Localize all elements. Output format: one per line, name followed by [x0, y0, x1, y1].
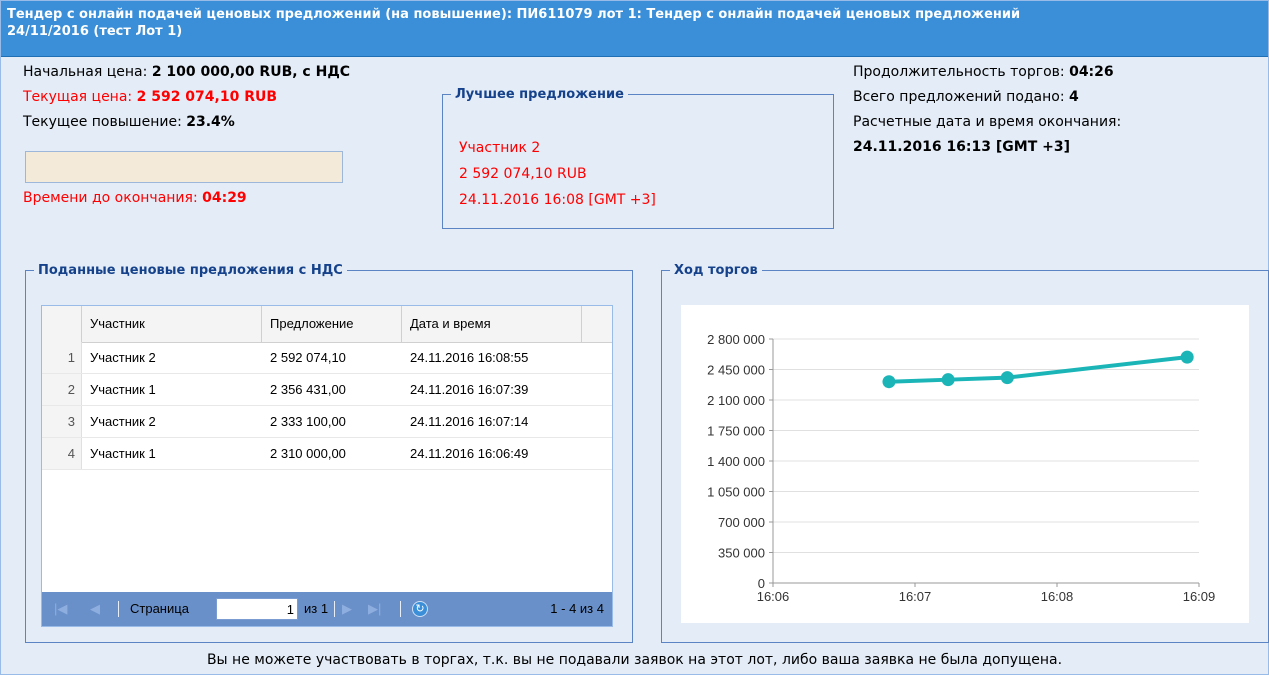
- start-price: Начальная цена: 2 100 000,00 RUB, с НДС: [23, 64, 350, 80]
- best-offer-panel: Лучшее предложение Участник 2 2 592 074,…: [442, 87, 834, 229]
- column-header-datetime[interactable]: Дата и время: [402, 306, 582, 342]
- total-offers-label: Всего предложений подано:: [853, 89, 1070, 105]
- window-title: Тендер с онлайн подачей ценовых предложе…: [1, 1, 1268, 57]
- time-left-value: 04:29: [202, 190, 247, 206]
- refresh-icon[interactable]: ↻: [412, 601, 428, 617]
- bidding-chart: 2 800 000 2 450 000 2 100 000 1 750 000 1 40…: [707, 332, 1216, 604]
- current-price-label: Текущая цена:: [23, 89, 137, 105]
- column-header-participant[interactable]: Участник: [82, 306, 262, 342]
- increase-progress-bar: [25, 151, 343, 183]
- cell-datetime: 24.11.2016 16:06:49: [410, 446, 529, 461]
- column-header-amount[interactable]: Предложение: [262, 306, 402, 342]
- total-offers: Всего предложений подано: 4: [853, 89, 1079, 105]
- estimated-end-value: 24.11.2016 16:13 [GMT +3]: [853, 139, 1070, 155]
- duration-value: 04:26: [1069, 64, 1114, 80]
- prev-page-icon[interactable]: ◀: [90, 592, 100, 626]
- grid-header: Участник Предложение Дата и время: [42, 306, 612, 343]
- current-price-value: 2 592 074,10 RUB: [136, 89, 278, 105]
- row-number: 3: [42, 406, 82, 437]
- time-left-label: Времени до окончания:: [23, 190, 203, 206]
- estimated-end-label: Расчетные дата и время окончания:: [853, 114, 1122, 130]
- y-tick-label: 2 800 000: [707, 332, 765, 347]
- best-offer-participant: Участник 2: [459, 140, 541, 156]
- table-row[interactable]: 1 Участник 2 2 592 074,10 24.11.2016 16:…: [42, 342, 612, 374]
- pager-summary: 1 - 4 из 4: [550, 601, 604, 616]
- x-tick-label: 16:09: [1183, 589, 1216, 604]
- cell-participant: Участник 1: [90, 446, 156, 461]
- best-offer-amount: 2 592 074,10 RUB: [459, 166, 587, 182]
- data-point: [882, 375, 896, 389]
- start-price-value: 2 100 000,00 RUB, с НДС: [151, 64, 351, 80]
- page-label: Страница: [130, 601, 189, 616]
- y-tick-label: 2 450 000: [707, 363, 765, 378]
- row-number: 2: [42, 374, 82, 405]
- grid-pager: |◀ ◀ Страница из 1 ▶ ▶| ↻ 1 - 4 из 4: [42, 592, 612, 626]
- page-of-label: из 1: [304, 601, 329, 616]
- current-increase-label: Текущее повышение:: [23, 114, 187, 130]
- x-tick-label: 16:07: [899, 589, 932, 604]
- data-point: [941, 373, 955, 387]
- title-line-1: Тендер с онлайн подачей ценовых предложе…: [7, 7, 1021, 22]
- participation-notice: Вы не можете участвовать в торгах, т.к. …: [206, 652, 1063, 668]
- cell-datetime: 24.11.2016 16:08:55: [410, 350, 529, 365]
- best-offer-datetime: 24.11.2016 16:08 [GMT +3]: [459, 192, 656, 208]
- y-tick-label: 1 750 000: [707, 424, 765, 439]
- cell-amount: 2 333 100,00: [270, 414, 346, 429]
- data-point: [1180, 350, 1194, 364]
- time-left: Времени до окончания: 04:29: [23, 190, 247, 206]
- current-price: Текущая цена: 2 592 074,10 RUB: [23, 89, 277, 105]
- start-price-label: Начальная цена:: [23, 64, 152, 80]
- title-line-2: 24/11/2016 (тест Лот 1): [7, 24, 183, 39]
- cell-participant: Участник 1: [90, 382, 156, 397]
- table-row[interactable]: 4 Участник 1 2 310 000,00 24.11.2016 16:…: [42, 438, 612, 470]
- grid-header-rownum: [42, 306, 82, 342]
- auction-duration: Продолжительность торгов: 04:26: [853, 64, 1114, 80]
- table-row[interactable]: 3 Участник 2 2 333 100,00 24.11.2016 16:…: [42, 406, 612, 438]
- page-number-input[interactable]: [216, 598, 298, 620]
- cell-datetime: 24.11.2016 16:07:14: [410, 414, 529, 429]
- chart-legend: Ход торгов: [674, 263, 758, 278]
- pager-separator: [400, 601, 401, 617]
- x-tick-label: 16:06: [757, 589, 790, 604]
- offers-legend: Поданные ценовые предложения с НДС: [38, 263, 343, 278]
- y-tick-label: 1 400 000: [707, 454, 765, 469]
- cell-participant: Участник 2: [90, 350, 156, 365]
- cell-amount: 2 356 431,00: [270, 382, 346, 397]
- next-page-icon[interactable]: ▶: [342, 592, 352, 626]
- auction-window: Тендер с онлайн подачей ценовых предложе…: [0, 0, 1269, 675]
- data-point: [1000, 371, 1014, 385]
- estimated-end-value-text: 24.11.2016 16:13 [GMT +3]: [853, 139, 1070, 155]
- row-number: 1: [42, 342, 82, 373]
- y-tick-label: 700 000: [718, 515, 765, 530]
- row-number: 4: [42, 438, 82, 469]
- last-page-icon[interactable]: ▶|: [368, 592, 381, 626]
- best-offer-legend: Лучшее предложение: [455, 87, 624, 102]
- current-increase: Текущее повышение: 23.4%: [23, 114, 235, 130]
- y-tick-label: 350 000: [718, 546, 765, 561]
- x-tick-label: 16:08: [1041, 589, 1074, 604]
- pager-separator: [118, 601, 119, 617]
- y-tick-label: 1 050 000: [707, 485, 765, 500]
- chart-area: 2 800 000 2 450 000 2 100 000 1 750 000 1 40…: [681, 305, 1249, 623]
- duration-label: Продолжительность торгов:: [853, 64, 1070, 80]
- first-page-icon[interactable]: |◀: [54, 592, 67, 626]
- cell-participant: Участник 2: [90, 414, 156, 429]
- total-offers-value: 4: [1069, 89, 1079, 105]
- cell-datetime: 24.11.2016 16:07:39: [410, 382, 529, 397]
- current-increase-value: 23.4%: [186, 114, 235, 130]
- cell-amount: 2 592 074,10: [270, 350, 346, 365]
- table-row[interactable]: 2 Участник 1 2 356 431,00 24.11.2016 16:…: [42, 374, 612, 406]
- pager-separator: [334, 601, 335, 617]
- offers-grid: Участник Предложение Дата и время 1 Учас…: [41, 305, 613, 627]
- y-tick-label: 2 100 000: [707, 393, 765, 408]
- cell-amount: 2 310 000,00: [270, 446, 346, 461]
